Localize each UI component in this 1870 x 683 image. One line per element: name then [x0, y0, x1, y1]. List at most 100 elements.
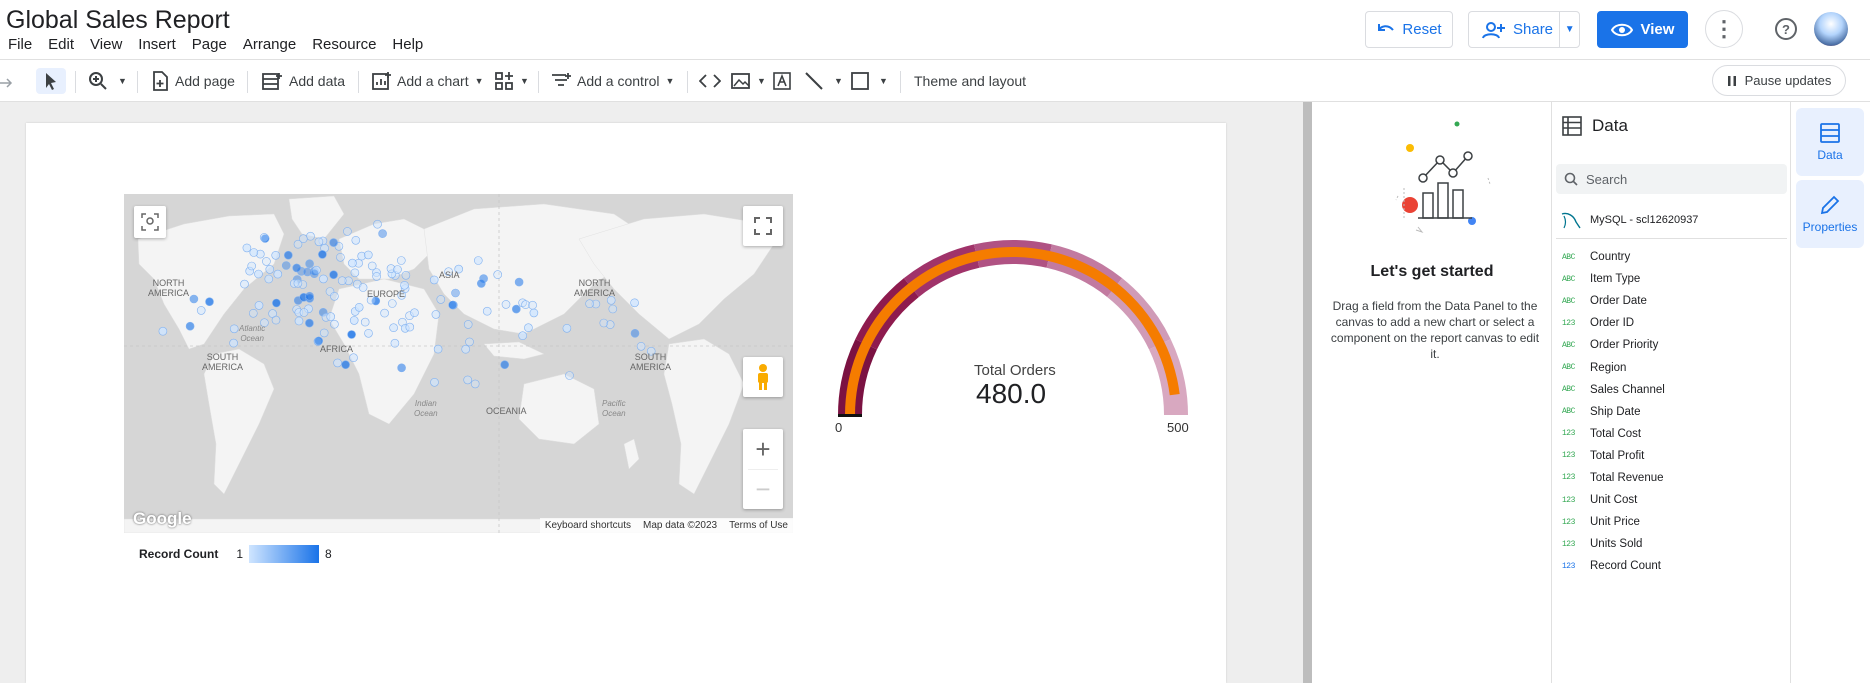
geo-map-chart[interactable]: NORTH AMERICA NORTH AMERICA SOUTH AMERIC…	[124, 194, 793, 533]
map-bubble[interactable]	[433, 344, 443, 354]
data-search-input[interactable]: Search	[1556, 164, 1787, 194]
field-item[interactable]: 123 Total Cost	[1562, 423, 1782, 445]
map-bubble[interactable]	[585, 299, 594, 308]
map-bubble[interactable]	[429, 275, 439, 285]
map-bubble[interactable]	[299, 308, 309, 317]
map-bubble[interactable]	[349, 353, 358, 362]
map-bubble[interactable]	[501, 300, 511, 309]
map-bubble[interactable]	[389, 323, 398, 332]
map-bubble[interactable]	[396, 256, 406, 265]
map-bubble[interactable]	[482, 306, 492, 316]
map-bubble[interactable]	[305, 259, 314, 268]
map-bubble[interactable]	[314, 237, 324, 247]
map-bubble[interactable]	[249, 248, 259, 257]
more-options-icon[interactable]: ⋮	[1705, 10, 1743, 48]
map-bubble[interactable]	[281, 261, 291, 270]
fullscreen-icon[interactable]	[743, 206, 783, 246]
menu-help[interactable]: Help	[384, 36, 431, 53]
map-bubble[interactable]	[393, 265, 402, 274]
map-bubble[interactable]	[364, 329, 373, 338]
map-bubble[interactable]	[293, 239, 303, 249]
field-item[interactable]: 123 Unit Cost	[1562, 489, 1782, 511]
map-bubble[interactable]	[337, 276, 347, 285]
map-bubble[interactable]	[349, 316, 359, 325]
map-bubble[interactable]	[599, 318, 609, 328]
map-bubble[interactable]	[318, 250, 327, 259]
map-bubble[interactable]	[294, 316, 304, 326]
menu-view[interactable]: View	[82, 36, 130, 53]
map-bubble[interactable]	[410, 308, 419, 317]
map-bubble[interactable]	[518, 331, 528, 340]
share-dropdown-icon[interactable]: ▼	[1559, 12, 1579, 47]
map-bubble[interactable]	[326, 312, 335, 321]
map-bubble[interactable]	[351, 235, 361, 245]
map-bubble[interactable]	[350, 268, 360, 278]
map-bubble[interactable]	[473, 256, 483, 265]
field-item[interactable]: 123 Order ID	[1562, 312, 1782, 334]
map-bubble[interactable]	[354, 303, 364, 312]
redo-icon[interactable]	[0, 68, 14, 94]
map-bubble[interactable]	[329, 238, 338, 247]
menu-file[interactable]: File	[0, 36, 40, 53]
map-bubble[interactable]	[436, 295, 446, 304]
field-item[interactable]: 123 Units Sold	[1562, 533, 1782, 555]
map-bubble[interactable]	[273, 269, 283, 279]
menu-insert[interactable]: Insert	[130, 36, 184, 53]
shape-menu[interactable]: ▼	[851, 68, 888, 94]
map-bubble[interactable]	[463, 320, 473, 329]
map-bubble[interactable]	[205, 297, 214, 306]
share-button[interactable]: Share ▼	[1468, 11, 1580, 48]
add-control-button[interactable]: Add a control ▼	[551, 68, 674, 94]
pause-updates-button[interactable]: Pause updates	[1712, 65, 1846, 96]
add-chart-button[interactable]: Add a chart ▼	[371, 68, 484, 94]
map-location-icon[interactable]	[134, 206, 166, 238]
map-bubble[interactable]	[528, 300, 537, 310]
map-bubble[interactable]	[292, 263, 301, 273]
map-bubble[interactable]	[470, 379, 480, 389]
map-bubble[interactable]	[405, 322, 415, 332]
map-bubble[interactable]	[514, 277, 524, 287]
field-item[interactable]: ABC Country	[1562, 246, 1782, 268]
map-bubble[interactable]	[431, 310, 441, 319]
share-main[interactable]: Share	[1469, 21, 1559, 39]
map-bubble[interactable]	[373, 219, 382, 229]
field-item[interactable]: ABC Region	[1562, 356, 1782, 378]
map-bubble[interactable]	[329, 270, 338, 279]
map-bubble[interactable]	[259, 233, 269, 242]
line-menu[interactable]: ▼	[804, 68, 843, 94]
field-item[interactable]: ABC Order Date	[1562, 290, 1782, 312]
field-item[interactable]: ABC Item Type	[1562, 268, 1782, 290]
field-item[interactable]: ABC Order Priority	[1562, 334, 1782, 356]
map-bubble[interactable]	[360, 317, 370, 327]
theme-layout-button[interactable]: Theme and layout	[914, 68, 1026, 94]
map-bubble[interactable]	[500, 360, 510, 369]
zoom-menu[interactable]: ▼	[88, 68, 127, 94]
text-box-icon[interactable]	[772, 68, 792, 94]
map-bubble[interactable]	[293, 279, 303, 288]
map-bubble[interactable]	[358, 283, 368, 292]
menu-page[interactable]: Page	[184, 36, 235, 53]
zoom-out-icon[interactable]: −	[748, 469, 778, 509]
field-item[interactable]: 123 Total Profit	[1562, 445, 1782, 467]
map-bubble[interactable]	[242, 243, 252, 253]
embed-code-icon[interactable]	[699, 68, 721, 94]
map-bubble[interactable]	[608, 304, 618, 314]
map-bubble[interactable]	[240, 279, 249, 289]
map-bubble[interactable]	[529, 308, 539, 318]
map-bubble[interactable]	[341, 360, 350, 369]
map-bubble[interactable]	[158, 326, 168, 336]
map-bubble[interactable]	[272, 298, 281, 308]
map-bubble[interactable]	[463, 375, 473, 385]
map-bubble[interactable]	[493, 270, 503, 279]
map-bubble[interactable]	[264, 274, 274, 284]
map-bubble[interactable]	[372, 272, 381, 281]
map-bubble[interactable]	[343, 227, 352, 236]
map-bubble[interactable]	[390, 338, 400, 348]
map-bubble[interactable]	[562, 324, 572, 333]
menu-edit[interactable]: Edit	[40, 36, 82, 53]
map-bubble[interactable]	[380, 308, 389, 318]
field-item[interactable]: ABC Sales Channel	[1562, 379, 1782, 401]
map-bubble[interactable]	[284, 250, 293, 260]
map-bubble[interactable]	[461, 344, 471, 354]
field-item[interactable]: 123 Record Count	[1562, 555, 1782, 577]
